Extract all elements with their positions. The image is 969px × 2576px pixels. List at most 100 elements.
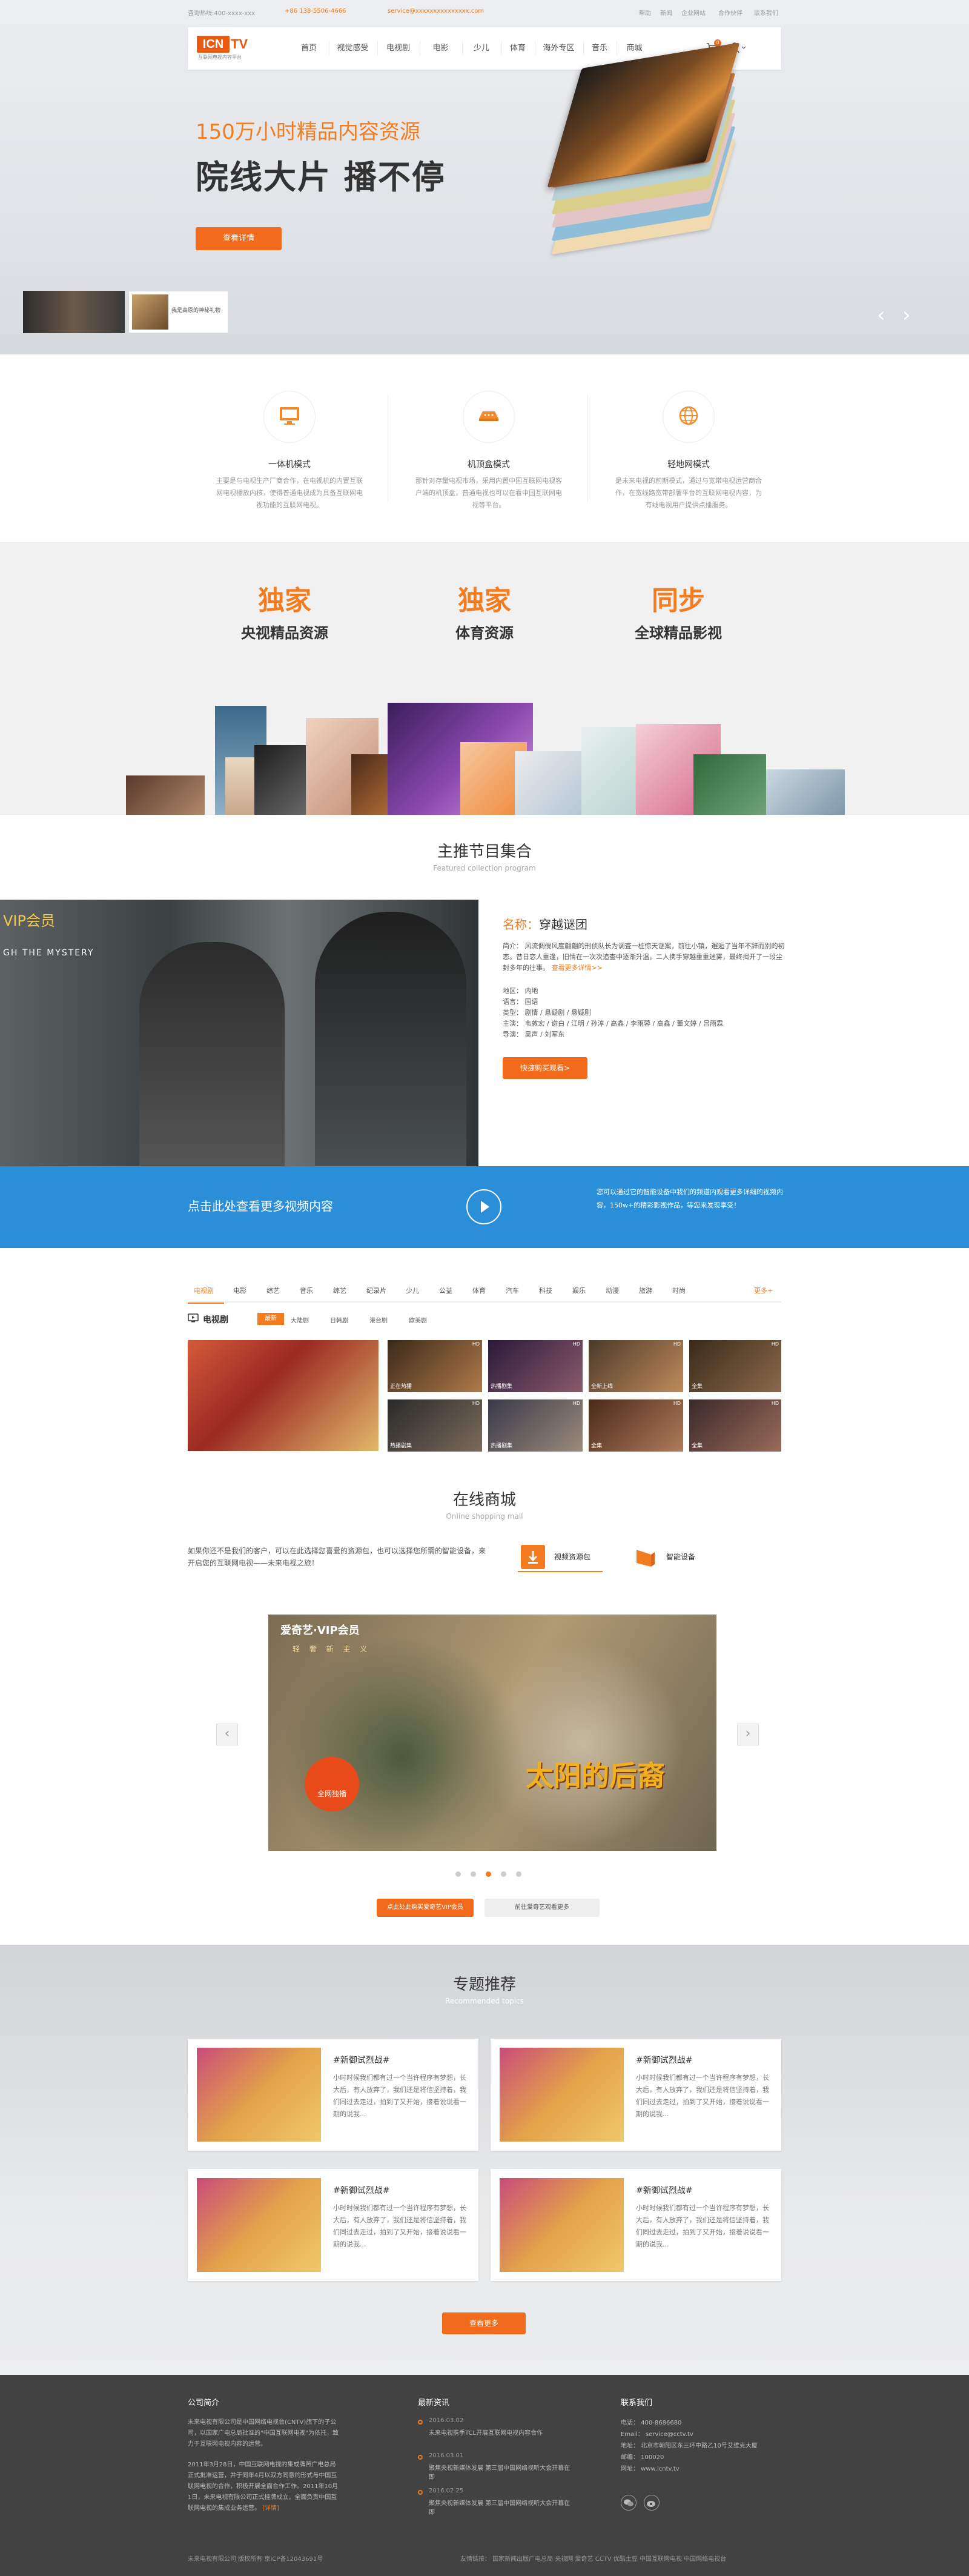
collage-image xyxy=(254,745,312,815)
more-videos-text[interactable]: 点击此处查看更多视频内容 xyxy=(188,1197,333,1214)
wechat-icon[interactable] xyxy=(621,2495,637,2511)
news-item[interactable]: 2016.02.25 聚焦央视新媒体发展 第三届中国网络视听大会开幕在即 xyxy=(418,2488,575,2523)
email-link[interactable]: service@xxxxxxxxxxxxxxx.com xyxy=(388,8,484,15)
carousel-dot[interactable] xyxy=(516,1871,521,1877)
copyright: 未来电视有限公司 版权所有 京ICP备12043691号 xyxy=(188,2556,323,2563)
subtab-western[interactable]: 欧美剧 xyxy=(409,1315,427,1324)
carousel-next-arrow[interactable]: › xyxy=(737,1724,759,1745)
topic-image xyxy=(197,2178,321,2272)
more-videos-banner: 点击此处查看更多视频内容 您可以通过它的智能设备中我们的频道内观看更多详细的视频… xyxy=(0,1166,969,1248)
play-icon[interactable] xyxy=(466,1189,501,1224)
hero-thumb-2[interactable]: 我是高原的神秘礼物 xyxy=(128,291,228,333)
tv-thumb[interactable]: HD 热播剧集 xyxy=(488,1399,583,1452)
featured-info: 名称：穿越谜团 简介： 风流倜傥风度翩翩的刑侦队长为调查一桩惊天谜案，前往小镇，… xyxy=(503,915,787,1079)
subtab-mainland[interactable]: 大陆剧 xyxy=(291,1315,309,1324)
footer-news-title: 最新资讯 xyxy=(418,2398,450,2408)
tab-category[interactable]: 动漫 xyxy=(606,1286,619,1295)
topic-image xyxy=(500,2048,624,2142)
device-icon xyxy=(633,1545,657,1572)
news-item[interactable]: 2016.03.01 聚焦央视新媒体发展 第三届中国网络视听大会开幕在即 xyxy=(418,2452,575,2488)
topics-title: 专题推荐 xyxy=(452,1976,516,1994)
subtab-hktw[interactable]: 港台剧 xyxy=(369,1315,388,1324)
tv-thumb[interactable]: HD 全集 xyxy=(589,1399,683,1452)
footer-about-text: 未来电视有限公司是中国网络电视台(CNTV)旗下的子公司，以国家广电总局批准的"… xyxy=(188,2419,339,2448)
tab-category[interactable]: 科技 xyxy=(539,1286,552,1295)
category-tabs: 电视剧 电影 综艺 音乐 综艺 纪录片 少儿 公益 体育 汽车 科技 娱乐 动漫… xyxy=(188,1278,781,1303)
topics-more-button[interactable]: 查看更多 xyxy=(442,2312,526,2334)
banner-badge: 全网独播 xyxy=(305,1757,359,1811)
nav-item-sports[interactable]: 体育 xyxy=(503,27,533,70)
tab-category[interactable]: 综艺 xyxy=(266,1286,280,1295)
hotline-text: 咨询热线:400-xxxx-xxx xyxy=(188,10,256,17)
toplink-contact[interactable]: 联系我们 xyxy=(754,8,778,17)
tv-thumb[interactable]: HD 全集 xyxy=(689,1340,781,1392)
subtab-jpkr[interactable]: 日韩剧 xyxy=(330,1315,348,1324)
download-icon xyxy=(521,1545,545,1569)
tv-icon xyxy=(188,1313,199,1326)
buy-vip-button[interactable]: 点此处此购买爱奇艺VIP会员 xyxy=(377,1899,474,1917)
hero-next-arrow[interactable]: › xyxy=(902,303,911,327)
footer-contact-title: 联系我们 xyxy=(621,2398,653,2408)
carousel-dot-active[interactable] xyxy=(486,1871,491,1877)
buy-watch-button[interactable]: 快捷购买观看> xyxy=(503,1057,587,1079)
tab-video-package[interactable]: 视频资源包 xyxy=(518,1542,603,1572)
nav-item-kids[interactable]: 少儿 xyxy=(463,27,500,70)
program-name: 名称：穿越谜团 xyxy=(503,917,587,932)
vip-label: VIP会员 xyxy=(3,912,55,929)
nav-item-visual[interactable]: 视觉感受 xyxy=(330,27,375,70)
tv-thumb-large[interactable] xyxy=(188,1340,379,1451)
tab-category[interactable]: 少儿 xyxy=(406,1286,419,1295)
tv-thumb[interactable]: HD 全集 xyxy=(689,1399,781,1452)
go-iqiyi-button[interactable]: 前往爱奇艺观看更多 xyxy=(484,1899,600,1917)
nav-item-movie[interactable]: 电影 xyxy=(421,27,460,70)
featured-poster[interactable]: VIP会员 GH THE MYSTERY xyxy=(0,900,478,1166)
tab-category[interactable]: 时尚 xyxy=(672,1286,686,1295)
subtab-latest[interactable]: 最新 xyxy=(257,1313,284,1325)
carousel-dot[interactable] xyxy=(455,1871,461,1877)
tab-category[interactable]: 娱乐 xyxy=(572,1286,586,1295)
tab-category[interactable]: 体育 xyxy=(472,1286,486,1295)
news-item[interactable]: 2016.03.02 未来电视携手TCL开展互联网电视内容合作 xyxy=(418,2417,575,2452)
tv-thumb[interactable]: HD 全新上线 xyxy=(589,1340,683,1392)
tv-thumb[interactable]: HD 热播剧集 xyxy=(488,1340,583,1392)
nav-item-home[interactable]: 首页 xyxy=(291,27,327,70)
tab-category[interactable]: 音乐 xyxy=(300,1286,313,1295)
tab-category[interactable]: 电影 xyxy=(233,1286,246,1295)
tab-category[interactable]: 旅游 xyxy=(639,1286,652,1295)
carousel-dot[interactable] xyxy=(471,1871,476,1877)
topic-card[interactable]: #新御试烈战# 小时时候我们都有过一个当许程序有梦想，长大后，有人放弃了，我们还… xyxy=(188,2039,478,2151)
program-meta: 地区： 内地 语言： 国语 类型： 剧情 / 悬疑剧 / 悬疑剧 主演： 韦敦宏 / … xyxy=(503,987,724,1038)
footer-contact-list: 电话： 400-8686680 Email： service@cctv.tv 地址：… xyxy=(621,2420,758,2472)
footer-about-history: 2011年3月28日，中国互联网电视的集成牌照广电总局正式批准运营，并于同年4月… xyxy=(188,2461,339,2512)
globe-icon xyxy=(678,405,699,429)
nav-item-drama[interactable]: 电视剧 xyxy=(379,27,418,70)
friend-links[interactable]: 友情链接： 国家新闻出版广电总局 央视网 爱奇艺 CCTV 优酷土豆 中国互联网… xyxy=(460,2554,726,2563)
hero-thumb-1[interactable] xyxy=(23,291,125,333)
featured-heading: 主推节目集合 Featured collection program xyxy=(433,843,536,872)
tab-category[interactable]: 公益 xyxy=(439,1286,452,1295)
topics-section: 专题推荐 Recommended topics #新御试烈战# 小时时候我们都有… xyxy=(0,1945,969,2375)
tab-category[interactable]: 电视剧 xyxy=(194,1286,214,1295)
tv-thumb[interactable]: HD 正在热播 xyxy=(388,1340,482,1392)
site-logo[interactable]: ICN TV 互联网电视内容平台 xyxy=(197,36,263,61)
tab-smart-device[interactable]: 智能设备 xyxy=(630,1542,715,1572)
weibo-icon[interactable] xyxy=(644,2495,660,2511)
topic-card[interactable]: #新御试烈战# 小时时候我们都有过一个当许程序有梦想，长大后，有人放弃了，我们还… xyxy=(491,2039,781,2151)
more-categories-link[interactable]: 更多+ xyxy=(754,1286,773,1295)
store-heading: 在线商城 Online shopping mall xyxy=(446,1491,523,1521)
topic-card[interactable]: #新御试烈战# 小时时候我们都有过一个当许程序有梦想，长大后，有人放弃了，我们还… xyxy=(188,2169,478,2281)
hero-prev-arrow[interactable]: ‹ xyxy=(877,303,885,327)
tab-category[interactable]: 汽车 xyxy=(506,1286,519,1295)
tab-category[interactable]: 纪录片 xyxy=(366,1286,386,1295)
banner-brand: 爱奇艺·VIP会员 xyxy=(280,1624,360,1637)
carousel-prev-arrow[interactable]: ‹ xyxy=(216,1724,238,1745)
tab-category[interactable]: 综艺 xyxy=(333,1286,346,1295)
store-banner[interactable]: 爱奇艺·VIP会员 轻 奢 新 主 义 全网独播 太阳的后裔 xyxy=(268,1615,716,1851)
hero-cta-button[interactable]: 查看详情 xyxy=(196,227,282,250)
topic-image xyxy=(197,2048,321,2142)
more-details-link[interactable]: 查看更多详情>> xyxy=(552,964,603,972)
topic-card[interactable]: #新御试烈战# 小时时候我们都有过一个当许程序有梦想，长大后，有人放弃了，我们还… xyxy=(491,2169,781,2281)
footer-about-more-link[interactable]: [详情] xyxy=(262,2505,279,2512)
carousel-dot[interactable] xyxy=(501,1871,506,1877)
tv-thumb[interactable]: HD 热播剧集 xyxy=(388,1399,482,1452)
